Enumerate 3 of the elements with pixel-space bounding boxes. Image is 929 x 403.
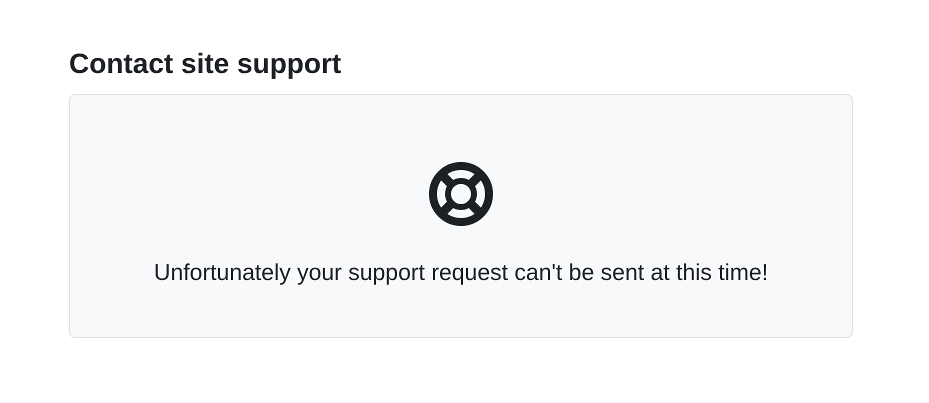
lifebuoy-icon	[429, 162, 493, 226]
page-heading: Contact site support	[69, 47, 342, 81]
notice-message: Unfortunately your support request can't be sent at this time!	[154, 258, 768, 286]
